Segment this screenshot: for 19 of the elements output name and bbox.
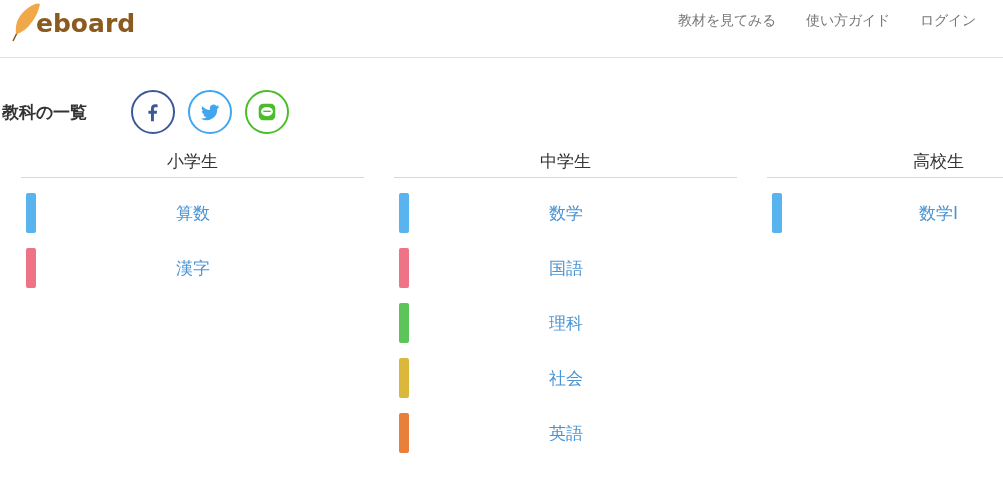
subject-link[interactable]: 国語: [409, 256, 737, 280]
column-heading: 中学生: [394, 150, 737, 178]
column-heading: 高校生: [767, 150, 1003, 178]
subject-link[interactable]: 理科: [409, 311, 737, 335]
subject-link[interactable]: 算数: [36, 201, 364, 225]
logo[interactable]: eboard: [0, 0, 136, 42]
share-button[interactable]: [131, 90, 175, 134]
subject-link[interactable]: 社会: [409, 366, 737, 390]
nav-link[interactable]: 教材を見てみる: [678, 12, 776, 30]
subject-link[interactable]: 数学: [409, 201, 737, 225]
subject-link[interactable]: 漢字: [36, 256, 364, 280]
line-chat-icon: [256, 101, 278, 123]
nav-link[interactable]: ログイン: [920, 12, 976, 30]
logo-text: eboard: [36, 8, 136, 40]
subject-link[interactable]: 英語: [409, 421, 737, 445]
section-title: 教科の一覧: [2, 100, 88, 124]
subject-link[interactable]: 数学I: [782, 201, 1003, 225]
column-heading: 小学生: [21, 150, 364, 178]
nav-link[interactable]: 使い方ガイド: [806, 12, 890, 30]
